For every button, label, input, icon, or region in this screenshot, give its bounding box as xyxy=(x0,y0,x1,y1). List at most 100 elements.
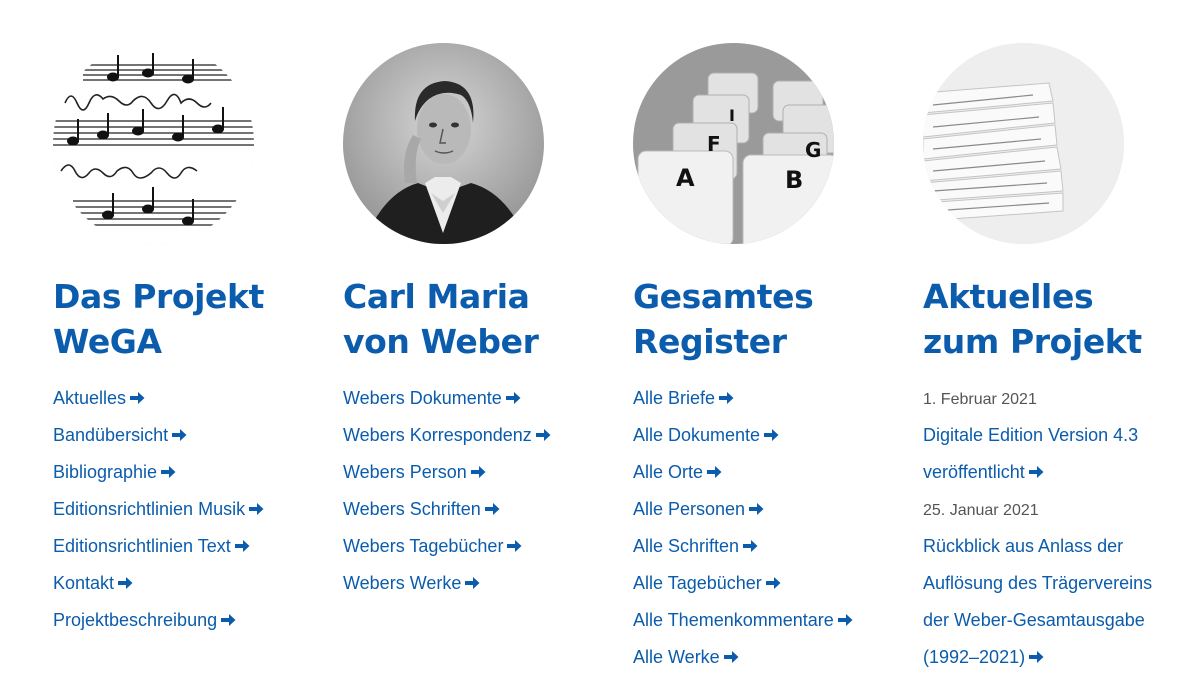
list-item: Webers Tagebücher xyxy=(343,534,613,571)
arrow-right-icon xyxy=(130,392,145,404)
music-manuscript-image[interactable] xyxy=(53,43,254,244)
news-date: 25. Januar 2021 xyxy=(923,497,1181,534)
link-alle-themenkommentare[interactable]: Alle Themenkommentare xyxy=(633,610,853,630)
list-item: Alle Themenkommentare xyxy=(633,608,903,645)
news-link-rueckblick[interactable]: Rückblick aus Anlass der xyxy=(923,536,1123,556)
link-label: Alle Personen xyxy=(633,499,746,519)
link-list: Webers Dokumente Webers Korrespondenz We… xyxy=(343,386,613,608)
arrow-right-icon xyxy=(118,577,133,589)
arrow-right-icon xyxy=(221,614,236,626)
link-label: Webers Person xyxy=(343,462,467,482)
list-item: Bandübersicht xyxy=(53,423,323,460)
heading-line: zum Projekt xyxy=(923,322,1142,361)
link-label: Alle Werke xyxy=(633,647,720,667)
link-alle-werke[interactable]: Alle Werke xyxy=(633,647,739,667)
link-alle-schriften[interactable]: Alle Schriften xyxy=(633,536,758,556)
newspaper-stack-image[interactable] xyxy=(923,43,1124,244)
arrow-right-icon xyxy=(172,429,187,441)
news-link-rueckblick-cont[interactable]: der Weber-Gesamtausgabe xyxy=(923,610,1145,630)
link-alle-personen[interactable]: Alle Personen xyxy=(633,499,764,519)
list-item: Projektbeschreibung xyxy=(53,608,323,645)
index-letter: F xyxy=(707,132,721,156)
column-carl-maria-von-weber: Carl Maria von Weber Webers Dokumente We… xyxy=(343,43,613,608)
index-letter: G xyxy=(805,138,821,162)
arrow-right-icon xyxy=(161,466,176,478)
section-heading: Aktuelles zum Projekt xyxy=(923,274,1181,364)
link-alle-briefe[interactable]: Alle Briefe xyxy=(633,388,734,408)
heading-line: Aktuelles xyxy=(923,277,1094,316)
heading-line: WeGA xyxy=(53,322,162,361)
section-heading: Carl Maria von Weber xyxy=(343,274,613,364)
link-webers-schriften[interactable]: Webers Schriften xyxy=(343,499,500,519)
link-label: Alle Themenkommentare xyxy=(633,610,834,630)
heading-line: Carl Maria xyxy=(343,277,530,316)
link-editionsrichtlinien-text[interactable]: Editionsrichtlinien Text xyxy=(53,536,250,556)
heading-line: Das Projekt xyxy=(53,277,264,316)
card-index-icon: A B F G I xyxy=(633,43,834,244)
link-webers-korrespondenz[interactable]: Webers Korrespondenz xyxy=(343,425,551,445)
link-label: Editionsrichtlinien Musik xyxy=(53,499,246,519)
arrow-right-icon xyxy=(743,540,758,552)
link-label: Alle Orte xyxy=(633,462,704,482)
link-bibliographie[interactable]: Bibliographie xyxy=(53,462,176,482)
news-title: Auflösung des Trägervereins xyxy=(923,573,1153,593)
news-title: (1992–2021) xyxy=(923,647,1026,667)
index-letter: B xyxy=(785,166,803,194)
list-item: Bibliographie xyxy=(53,460,323,497)
weber-portrait-image[interactable] xyxy=(343,43,544,244)
column-das-projekt: Das Projekt WeGA Aktuelles Bandübersicht… xyxy=(53,43,323,645)
news-link-rueckblick-cont[interactable]: (1992–2021) xyxy=(923,647,1044,667)
list-item: Alle Briefe xyxy=(633,386,903,423)
news-title-line: Digitale Edition Version 4.3 xyxy=(923,423,1181,460)
link-label: Alle Schriften xyxy=(633,536,740,556)
index-letter: I xyxy=(729,106,735,125)
heading-line: Gesamtes xyxy=(633,277,814,316)
arrow-right-icon xyxy=(707,466,722,478)
news-title-line: veröffentlicht xyxy=(923,460,1181,497)
news-link-version-4-3-cont[interactable]: veröffentlicht xyxy=(923,462,1044,482)
section-heading: Das Projekt WeGA xyxy=(53,274,323,364)
news-date: 1. Februar 2021 xyxy=(923,386,1181,423)
news-link-rueckblick-cont[interactable]: Auflösung des Trägervereins xyxy=(923,573,1152,593)
link-alle-dokumente[interactable]: Alle Dokumente xyxy=(633,425,779,445)
link-webers-person[interactable]: Webers Person xyxy=(343,462,486,482)
section-heading: Gesamtes Register xyxy=(633,274,903,364)
link-label: Bibliographie xyxy=(53,462,158,482)
card-index-image[interactable]: A B F G I xyxy=(633,43,834,244)
arrow-right-icon xyxy=(535,429,551,441)
arrow-right-icon xyxy=(465,577,480,589)
link-label: Kontakt xyxy=(53,573,115,593)
arrow-right-icon xyxy=(837,614,853,626)
list-item: Webers Dokumente xyxy=(343,386,613,423)
arrow-right-icon xyxy=(507,540,522,552)
list-item: Alle Schriften xyxy=(633,534,903,571)
list-item: Webers Werke xyxy=(343,571,613,608)
news-link-version-4-3[interactable]: Digitale Edition Version 4.3 xyxy=(923,425,1138,445)
news-title: Digitale Edition Version 4.3 xyxy=(923,425,1139,445)
list-item: Editionsrichtlinien Text xyxy=(53,534,323,571)
link-webers-tagebuecher[interactable]: Webers Tagebücher xyxy=(343,536,522,556)
list-item: Webers Korrespondenz xyxy=(343,423,613,460)
link-label: Alle Briefe xyxy=(633,388,716,408)
arrow-right-icon xyxy=(470,466,486,478)
news-title-line: Auflösung des Trägervereins xyxy=(923,571,1181,608)
arrow-right-icon xyxy=(723,651,739,663)
link-banduebersicht[interactable]: Bandübersicht xyxy=(53,425,187,445)
link-label: Alle Tagebücher xyxy=(633,573,762,593)
arrow-right-icon xyxy=(505,392,521,404)
arrow-right-icon xyxy=(764,429,779,441)
news-title: Rückblick aus Anlass der xyxy=(923,536,1124,556)
link-alle-orte[interactable]: Alle Orte xyxy=(633,462,722,482)
arrow-right-icon xyxy=(1028,466,1044,478)
arrow-right-icon xyxy=(249,503,264,515)
link-editionsrichtlinien-musik[interactable]: Editionsrichtlinien Musik xyxy=(53,499,264,519)
link-projektbeschreibung[interactable]: Projektbeschreibung xyxy=(53,610,236,630)
link-kontakt[interactable]: Kontakt xyxy=(53,573,133,593)
news-title: veröffentlicht xyxy=(923,462,1025,482)
link-list: Aktuelles Bandübersicht Bibliographie Ed… xyxy=(53,386,323,645)
link-webers-werke[interactable]: Webers Werke xyxy=(343,573,480,593)
link-alle-tagebuecher[interactable]: Alle Tagebücher xyxy=(633,573,781,593)
link-aktuelles[interactable]: Aktuelles xyxy=(53,388,145,408)
link-webers-dokumente[interactable]: Webers Dokumente xyxy=(343,388,521,408)
link-label: Webers Werke xyxy=(343,573,462,593)
